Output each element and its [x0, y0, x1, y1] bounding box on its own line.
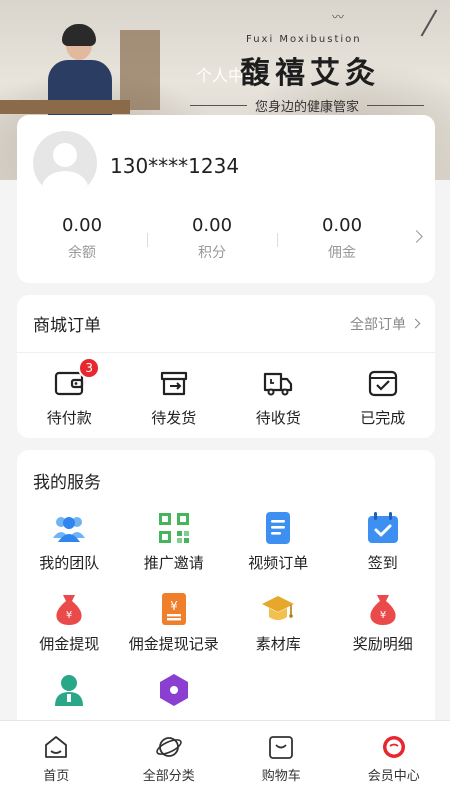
service-item-10[interactable]	[122, 672, 227, 714]
service-item-9[interactable]	[17, 672, 122, 714]
tab-label: 购物车	[261, 769, 301, 784]
order-pending-shipment[interactable]: 待发货	[122, 367, 227, 428]
order-label: 待付款	[46, 409, 92, 427]
service-label: 素材库	[255, 635, 301, 653]
service-reward-details[interactable]: ¥ 奖励明细	[331, 591, 436, 654]
user-phone: 130****1234	[110, 154, 240, 178]
planet-icon	[155, 737, 182, 757]
receipt-icon: ¥	[156, 591, 192, 627]
chevron-right-icon	[410, 318, 421, 329]
service-label: 奖励明细	[352, 635, 413, 653]
svg-text:¥: ¥	[380, 610, 386, 621]
stat-label: 积分	[198, 245, 226, 261]
calendar-check-icon	[365, 510, 401, 546]
tab-member-center[interactable]: 会员中心	[338, 721, 450, 800]
brand-english-name: Fuxi Moxibustion	[246, 34, 362, 45]
member-icon	[382, 736, 405, 758]
shelf-decoration	[120, 30, 160, 110]
order-label: 已完成	[360, 409, 406, 427]
bird-icon: 〰	[332, 10, 345, 24]
order-pending-payment[interactable]: 3 待付款	[17, 357, 122, 428]
check-box-icon	[366, 367, 400, 399]
service-label: 佣金提现	[39, 635, 100, 653]
svg-text:¥: ¥	[66, 610, 72, 621]
brand-logo-text: 馥禧艾灸	[240, 56, 380, 91]
team-icon	[51, 510, 87, 546]
stat-value: 0.00	[321, 215, 363, 236]
bottom-tab-bar: 首页 全部分类 购物车 会员中心	[0, 720, 450, 800]
tab-home[interactable]: 首页	[0, 721, 113, 800]
wallet-icon: 3	[52, 357, 101, 399]
services-card: 我的服务 我的团队 推广邀请 视频订单 签到 ¥ 佣金提现 ¥ 佣金提现记录 素…	[17, 450, 435, 730]
tab-categories[interactable]: 全部分类	[113, 721, 226, 800]
all-orders-label: 全部订单	[350, 316, 406, 333]
all-orders-link[interactable]: 全部订单	[350, 314, 421, 334]
services-title: 我的服务	[33, 472, 101, 493]
avatar[interactable]	[33, 131, 97, 195]
service-my-team[interactable]: 我的团队	[17, 510, 122, 573]
tab-label: 会员中心	[367, 769, 420, 784]
orders-title: 商城订单	[33, 316, 101, 336]
truck-icon	[261, 367, 295, 399]
stat-value: 0.00	[61, 215, 103, 236]
service-commission-withdraw[interactable]: ¥ 佣金提现	[17, 591, 122, 654]
service-referral[interactable]: 推广邀请	[122, 510, 227, 573]
document-icon	[260, 510, 296, 546]
service-label: 签到	[367, 554, 398, 572]
order-label: 待收货	[255, 409, 301, 427]
tab-cart[interactable]: 购物车	[225, 721, 338, 800]
brand-tagline: 您身边的健康管家	[190, 96, 425, 115]
orders-card: 商城订单 全部订单 3 待付款 待发货 待收货 已完成	[17, 295, 435, 438]
home-icon	[45, 736, 68, 758]
stat-label: 余额	[68, 245, 96, 261]
box-icon	[157, 367, 191, 399]
service-label: 推广邀请	[143, 554, 204, 572]
service-check-in[interactable]: 签到	[331, 510, 436, 573]
person-icon	[51, 672, 87, 708]
qrcode-icon	[156, 510, 192, 546]
reward-bag-icon: ¥	[365, 591, 401, 627]
branch-decoration	[420, 9, 438, 37]
stat-value: 0.00	[191, 215, 233, 236]
banner-table-image	[0, 100, 130, 114]
tagline-text: 您身边的健康管家	[255, 100, 360, 115]
order-count-badge: 3	[78, 357, 101, 379]
profile-card: 130****1234 0.00 余额 0.00 积分 0.00 佣金	[17, 115, 435, 283]
service-label: 佣金提现记录	[128, 635, 219, 653]
service-withdraw-records[interactable]: ¥ 佣金提现记录	[122, 591, 227, 654]
stat-label: 佣金	[328, 245, 356, 261]
stat-commission[interactable]: 0.00 佣金	[277, 215, 407, 262]
service-label: 我的团队	[39, 554, 100, 572]
order-pending-receipt[interactable]: 待收货	[226, 367, 331, 428]
account-stats[interactable]: 0.00 余额 0.00 积分 0.00 佣金	[17, 215, 407, 262]
chevron-right-icon[interactable]	[410, 230, 423, 243]
svg-text:¥: ¥	[170, 599, 178, 613]
service-video-orders[interactable]: 视频订单	[226, 510, 331, 573]
service-label: 视频订单	[248, 554, 309, 572]
tab-label: 首页	[43, 769, 70, 784]
cart-icon	[269, 736, 294, 759]
order-completed[interactable]: 已完成	[331, 367, 436, 428]
money-bag-icon: ¥	[51, 591, 87, 627]
service-materials[interactable]: 素材库	[226, 591, 331, 654]
tab-label: 全部分类	[142, 769, 195, 784]
hexagon-icon	[156, 672, 192, 708]
stat-balance[interactable]: 0.00 余额	[17, 215, 147, 262]
graduation-cap-icon	[260, 591, 296, 627]
order-label: 待发货	[151, 409, 197, 427]
stat-points[interactable]: 0.00 积分	[147, 215, 277, 262]
